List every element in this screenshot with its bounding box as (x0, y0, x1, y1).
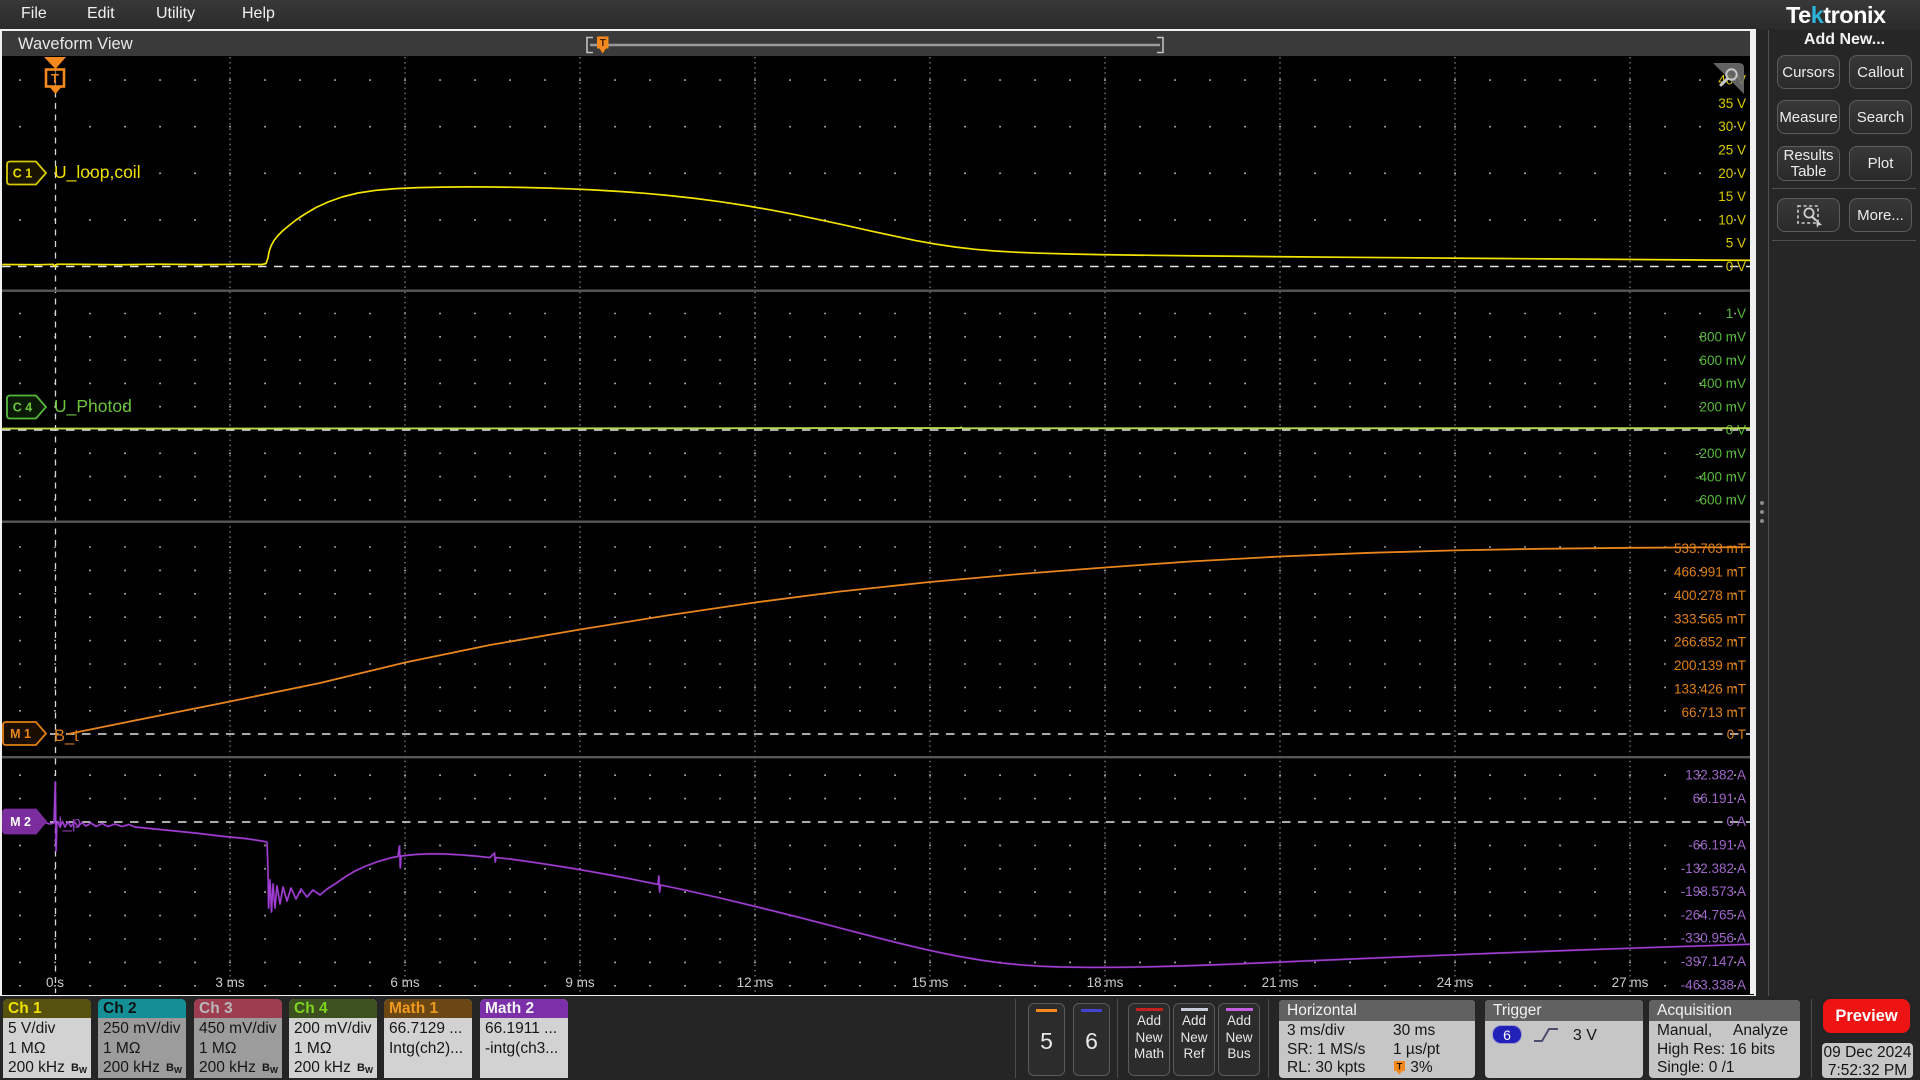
svg-text:0 V: 0 V (1726, 259, 1746, 274)
svg-text:18 ms: 18 ms (1087, 975, 1124, 990)
svg-text:15 ms: 15 ms (912, 975, 949, 990)
svg-text:200.139 mT: 200.139 mT (1674, 658, 1746, 673)
svg-text:C 1: C 1 (13, 167, 33, 181)
svg-text:266.852 mT: 266.852 mT (1674, 635, 1746, 650)
svg-text:U_loop,coil: U_loop,coil (54, 162, 141, 183)
svg-text:T: T (1397, 1062, 1403, 1072)
svg-text:133.426 mT: 133.426 mT (1674, 682, 1746, 697)
svg-text:C 4: C 4 (13, 401, 33, 415)
svg-text:U_Photod: U_Photod (54, 396, 132, 417)
svg-text:533.703 mT: 533.703 mT (1674, 541, 1746, 556)
svg-text:400.278 mT: 400.278 mT (1674, 588, 1746, 603)
svg-text:-200 mV: -200 mV (1695, 446, 1746, 461)
svg-text:-463.338 A: -463.338 A (1681, 977, 1746, 992)
svg-text:-132.382 A: -132.382 A (1681, 861, 1746, 876)
svg-text:B_t: B_t (54, 727, 79, 745)
svg-text:21 ms: 21 ms (1262, 975, 1299, 990)
svg-text:-600 mV: -600 mV (1695, 493, 1746, 508)
svg-text:27 ms: 27 ms (1612, 975, 1649, 990)
svg-text:3 ms: 3 ms (215, 975, 245, 990)
svg-text:800 mV: 800 mV (1699, 330, 1746, 345)
svg-text:600 mV: 600 mV (1699, 353, 1746, 368)
svg-text:0 s: 0 s (46, 975, 64, 990)
svg-text:35 V: 35 V (1718, 96, 1746, 111)
svg-text:466.991 mT: 466.991 mT (1674, 565, 1746, 580)
svg-text:-400 mV: -400 mV (1695, 469, 1746, 484)
svg-text:12 ms: 12 ms (737, 975, 774, 990)
svg-text:66.191 A: 66.191 A (1693, 791, 1746, 806)
svg-text:24 ms: 24 ms (1437, 975, 1474, 990)
svg-text:132.382 A: 132.382 A (1685, 768, 1746, 783)
svg-text:66.713 mT: 66.713 mT (1681, 705, 1746, 720)
svg-text:T: T (51, 71, 59, 86)
svg-text:0 A: 0 A (1726, 814, 1746, 829)
svg-text:20 V: 20 V (1718, 166, 1746, 181)
svg-text:-198.573 A: -198.573 A (1681, 884, 1746, 899)
svg-text:10 V: 10 V (1718, 212, 1746, 227)
svg-text:30 V: 30 V (1718, 119, 1746, 134)
svg-text:9 ms: 9 ms (565, 975, 595, 990)
svg-text:1 V: 1 V (1726, 306, 1746, 321)
svg-text:-264.765 A: -264.765 A (1681, 907, 1746, 922)
svg-text:333.565 mT: 333.565 mT (1674, 611, 1746, 626)
svg-text:T: T (600, 38, 606, 49)
svg-text:-397.147 A: -397.147 A (1681, 954, 1746, 969)
svg-text:M 1: M 1 (10, 727, 31, 741)
svg-text:0 T: 0 T (1727, 727, 1746, 742)
svg-text:M 2: M 2 (10, 815, 31, 829)
svg-text:200 mV: 200 mV (1699, 399, 1746, 414)
svg-text:15 V: 15 V (1718, 189, 1746, 204)
svg-text:5 V: 5 V (1726, 236, 1746, 251)
svg-text:25 V: 25 V (1718, 143, 1746, 158)
svg-text:6 ms: 6 ms (390, 975, 420, 990)
svg-text:-330.956 A: -330.956 A (1681, 931, 1746, 946)
svg-text:-66.191 A: -66.191 A (1688, 838, 1746, 853)
svg-text:400 mV: 400 mV (1699, 376, 1746, 391)
svg-text:0 V: 0 V (1726, 423, 1746, 438)
